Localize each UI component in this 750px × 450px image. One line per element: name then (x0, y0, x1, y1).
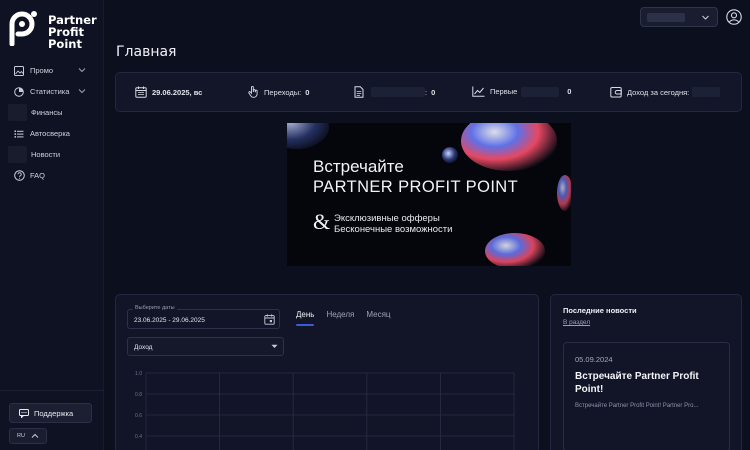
user-avatar-icon[interactable] (724, 7, 744, 27)
stat-registrations: : 0 (354, 86, 435, 98)
masked-label (371, 87, 425, 97)
trend-chart-icon (472, 86, 485, 97)
news-item[interactable]: 05.09.2024 Встречайте Partner Profit Poi… (563, 342, 730, 450)
calendar-icon (135, 86, 147, 98)
y-tick-label: 1.0 (135, 371, 142, 377)
sidebar-item-label: Финансы (31, 108, 63, 117)
chevron-up-icon (31, 433, 39, 439)
masked-value (692, 87, 721, 97)
banner-line-4: Бесконечные возможности (334, 224, 453, 235)
topbar (104, 0, 750, 36)
banner-ampersand: & (313, 209, 331, 234)
current-date: 29.06.2025, вс (152, 87, 203, 97)
tab-day[interactable]: День (296, 310, 315, 326)
stats-bar: 29.06.2025, вс Переходы: 0 : 0 Первые 0 … (115, 72, 742, 112)
news-date: 05.09.2024 (575, 355, 613, 364)
sidebar-item-label: Промо (30, 66, 54, 75)
chevron-down-icon (78, 68, 86, 73)
stat-clicks: Переходы: 0 (248, 86, 309, 98)
sidebar-footer: Поддержка RU (0, 390, 104, 444)
stat-clicks-value: 0 (305, 87, 310, 97)
stat-income-label: Доход за сегодня: (627, 87, 690, 97)
news-card: Последние новости В раздел 05.09.2024 Вс… (550, 294, 742, 450)
pie-chart-icon (13, 86, 25, 98)
news-section-link[interactable]: В раздел (563, 319, 590, 326)
list-icon (13, 128, 25, 140)
sidebar-item-label: Статистика (30, 87, 70, 96)
date-range-label: Выберите даты (133, 305, 177, 311)
wallet-icon (8, 104, 27, 121)
sidebar-item-faq[interactable]: FAQ (0, 165, 104, 186)
income-chart: 1.0 0.8 0.6 0.4 (135, 371, 515, 450)
tab-week[interactable]: Неделя (326, 310, 354, 324)
news-title: Последние новости (563, 306, 637, 315)
sidebar-item-autocheck[interactable]: Автосверка (0, 123, 104, 144)
stat-first-value: 0 (567, 87, 572, 96)
logo-text: Partner Profit Point (48, 14, 97, 50)
stat-first-deposits: Первые 0 (472, 86, 571, 97)
banner-line-3: Эксклюзивные офферы (334, 213, 440, 224)
logo-mark-icon (9, 11, 37, 46)
chart-card: Выберите даты 23.06.2025 - 29.06.2025 Де… (115, 294, 539, 450)
calendar-icon (264, 314, 275, 325)
sidebar-item-finance[interactable]: Финансы (0, 102, 104, 123)
sidebar-nav: Промо Статистика Финансы Автосверка Ново… (0, 60, 104, 186)
sidebar-item-label: Автосверка (30, 129, 70, 138)
stat-separator: : (425, 87, 428, 97)
sidebar-item-statistics[interactable]: Статистика (0, 81, 104, 102)
period-tabs: День Неделя Месяц (296, 310, 390, 326)
chevron-down-icon (78, 89, 86, 94)
promo-banner[interactable]: Встречайте PARTNER PROFIT POINT & Эксклю… (287, 123, 571, 266)
stat-income: Доход за сегодня: (610, 86, 721, 98)
page-title: Главная (116, 44, 177, 60)
stat-date: 29.06.2025, вс (135, 86, 202, 98)
document-icon (354, 86, 364, 98)
sidebar-item-label: FAQ (30, 171, 46, 180)
account-select[interactable] (640, 7, 718, 27)
date-range-value: 23.06.2025 - 29.06.2025 (134, 317, 205, 324)
image-icon (13, 65, 25, 77)
banner-line-1: Встречайте (313, 157, 404, 176)
language-select[interactable]: RU (9, 428, 47, 444)
sidebar: Partner Profit Point Промо Статистика Фи… (0, 0, 104, 450)
logo-line: Point (48, 37, 82, 51)
date-range-field[interactable]: Выберите даты 23.06.2025 - 29.06.2025 (127, 305, 280, 329)
banner-line-2: PARTNER PROFIT POINT (313, 178, 519, 196)
logo[interactable]: Partner Profit Point (8, 10, 100, 50)
stat-registrations-value: 0 (431, 87, 436, 97)
support-button[interactable]: Поддержка (9, 403, 92, 423)
metric-value: Доход (134, 344, 153, 351)
y-tick-label: 0.4 (135, 434, 142, 440)
masked-label (521, 86, 560, 97)
news-excerpt: Встречайте Partner Profit Point! Partner… (575, 403, 699, 409)
banner-tagline: Эксклюзивные офферы Бесконечные возможно… (334, 213, 452, 235)
tab-month[interactable]: Месяц (366, 310, 390, 324)
y-tick-label: 0.8 (135, 392, 142, 398)
metric-select[interactable]: Доход (127, 337, 284, 356)
sidebar-item-promo[interactable]: Промо (0, 60, 104, 81)
help-icon (13, 170, 25, 182)
wallet-icon (610, 86, 622, 98)
masked-value (647, 13, 685, 22)
stat-first-label: Первые (490, 87, 518, 96)
language-label: RU (17, 433, 25, 439)
support-label: Поддержка (34, 408, 74, 418)
sidebar-item-label: Новости (31, 150, 61, 159)
chevron-down-icon (702, 15, 709, 20)
y-tick-label: 0.6 (135, 413, 142, 419)
caret-down-icon (271, 344, 278, 348)
stat-clicks-label: Переходы: (264, 87, 302, 97)
pointer-icon (248, 86, 259, 98)
news-headline: Встречайте Partner Profit Point! (575, 371, 699, 395)
sidebar-item-news[interactable]: Новости (0, 144, 104, 165)
news-icon (8, 146, 27, 163)
chat-icon (19, 408, 29, 418)
